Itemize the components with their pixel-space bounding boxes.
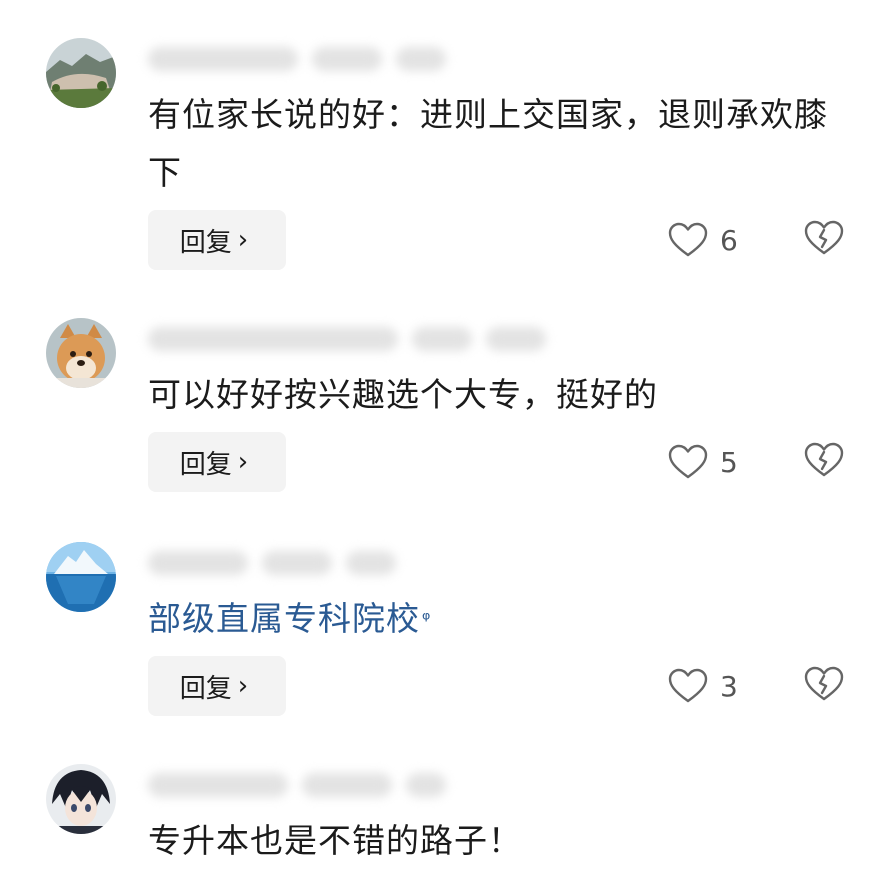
like-count: 6: [720, 223, 738, 257]
reply-button[interactable]: 回复 ›: [148, 210, 286, 270]
comment-text: 有位家长说的好：进则上交国家，退则承欢膝下: [148, 95, 828, 192]
heart-icon: [668, 222, 708, 257]
reply-label: 回复: [179, 673, 232, 704]
chevron-right-icon: ›: [237, 671, 249, 701]
user-avatar[interactable]: [46, 764, 116, 834]
dislike-button[interactable]: [804, 666, 844, 706]
dislike-button[interactable]: [804, 442, 844, 482]
user-avatar[interactable]: [46, 542, 116, 612]
comment-text: 可以好好按兴趣选个大专，挺好的: [148, 375, 658, 414]
iceberg-avatar-icon: [46, 542, 116, 612]
search-icon: ᵠ: [422, 607, 432, 631]
comment-meta-blurred: [148, 770, 446, 800]
comment-meta-blurred: [148, 548, 396, 578]
reply-label: 回复: [179, 227, 232, 258]
like-button[interactable]: 6: [668, 220, 738, 260]
comment-text: 部级直属专科院校: [148, 599, 420, 638]
like-count: 5: [720, 445, 738, 479]
reply-button[interactable]: 回复 ›: [148, 432, 286, 492]
like-button[interactable]: 5: [668, 442, 738, 482]
anime-boy-avatar-icon: [46, 764, 116, 834]
like-count: 3: [720, 669, 738, 703]
broken-heart-icon: [804, 220, 844, 255]
reply-label: 回复: [179, 449, 232, 480]
user-avatar[interactable]: [46, 318, 116, 388]
like-button[interactable]: 3: [668, 666, 738, 706]
reply-button[interactable]: 回复 ›: [148, 656, 286, 716]
chevron-right-icon: ›: [237, 225, 249, 255]
comment-link-text[interactable]: 部级直属专科院校 ᵠ: [148, 590, 848, 648]
chevron-right-icon: ›: [237, 447, 249, 477]
landscape-avatar-icon: [46, 38, 116, 108]
broken-heart-icon: [804, 442, 844, 477]
broken-heart-icon: [804, 666, 844, 701]
comment-meta-blurred: [148, 44, 446, 74]
shiba-dog-avatar-icon: [46, 318, 116, 388]
heart-icon: [668, 668, 708, 703]
comment-text: 专升本也是不错的路子！: [148, 821, 522, 860]
user-avatar[interactable]: [46, 38, 116, 108]
comment-meta-blurred: [148, 324, 546, 354]
heart-icon: [668, 444, 708, 479]
dislike-button[interactable]: [804, 220, 844, 260]
